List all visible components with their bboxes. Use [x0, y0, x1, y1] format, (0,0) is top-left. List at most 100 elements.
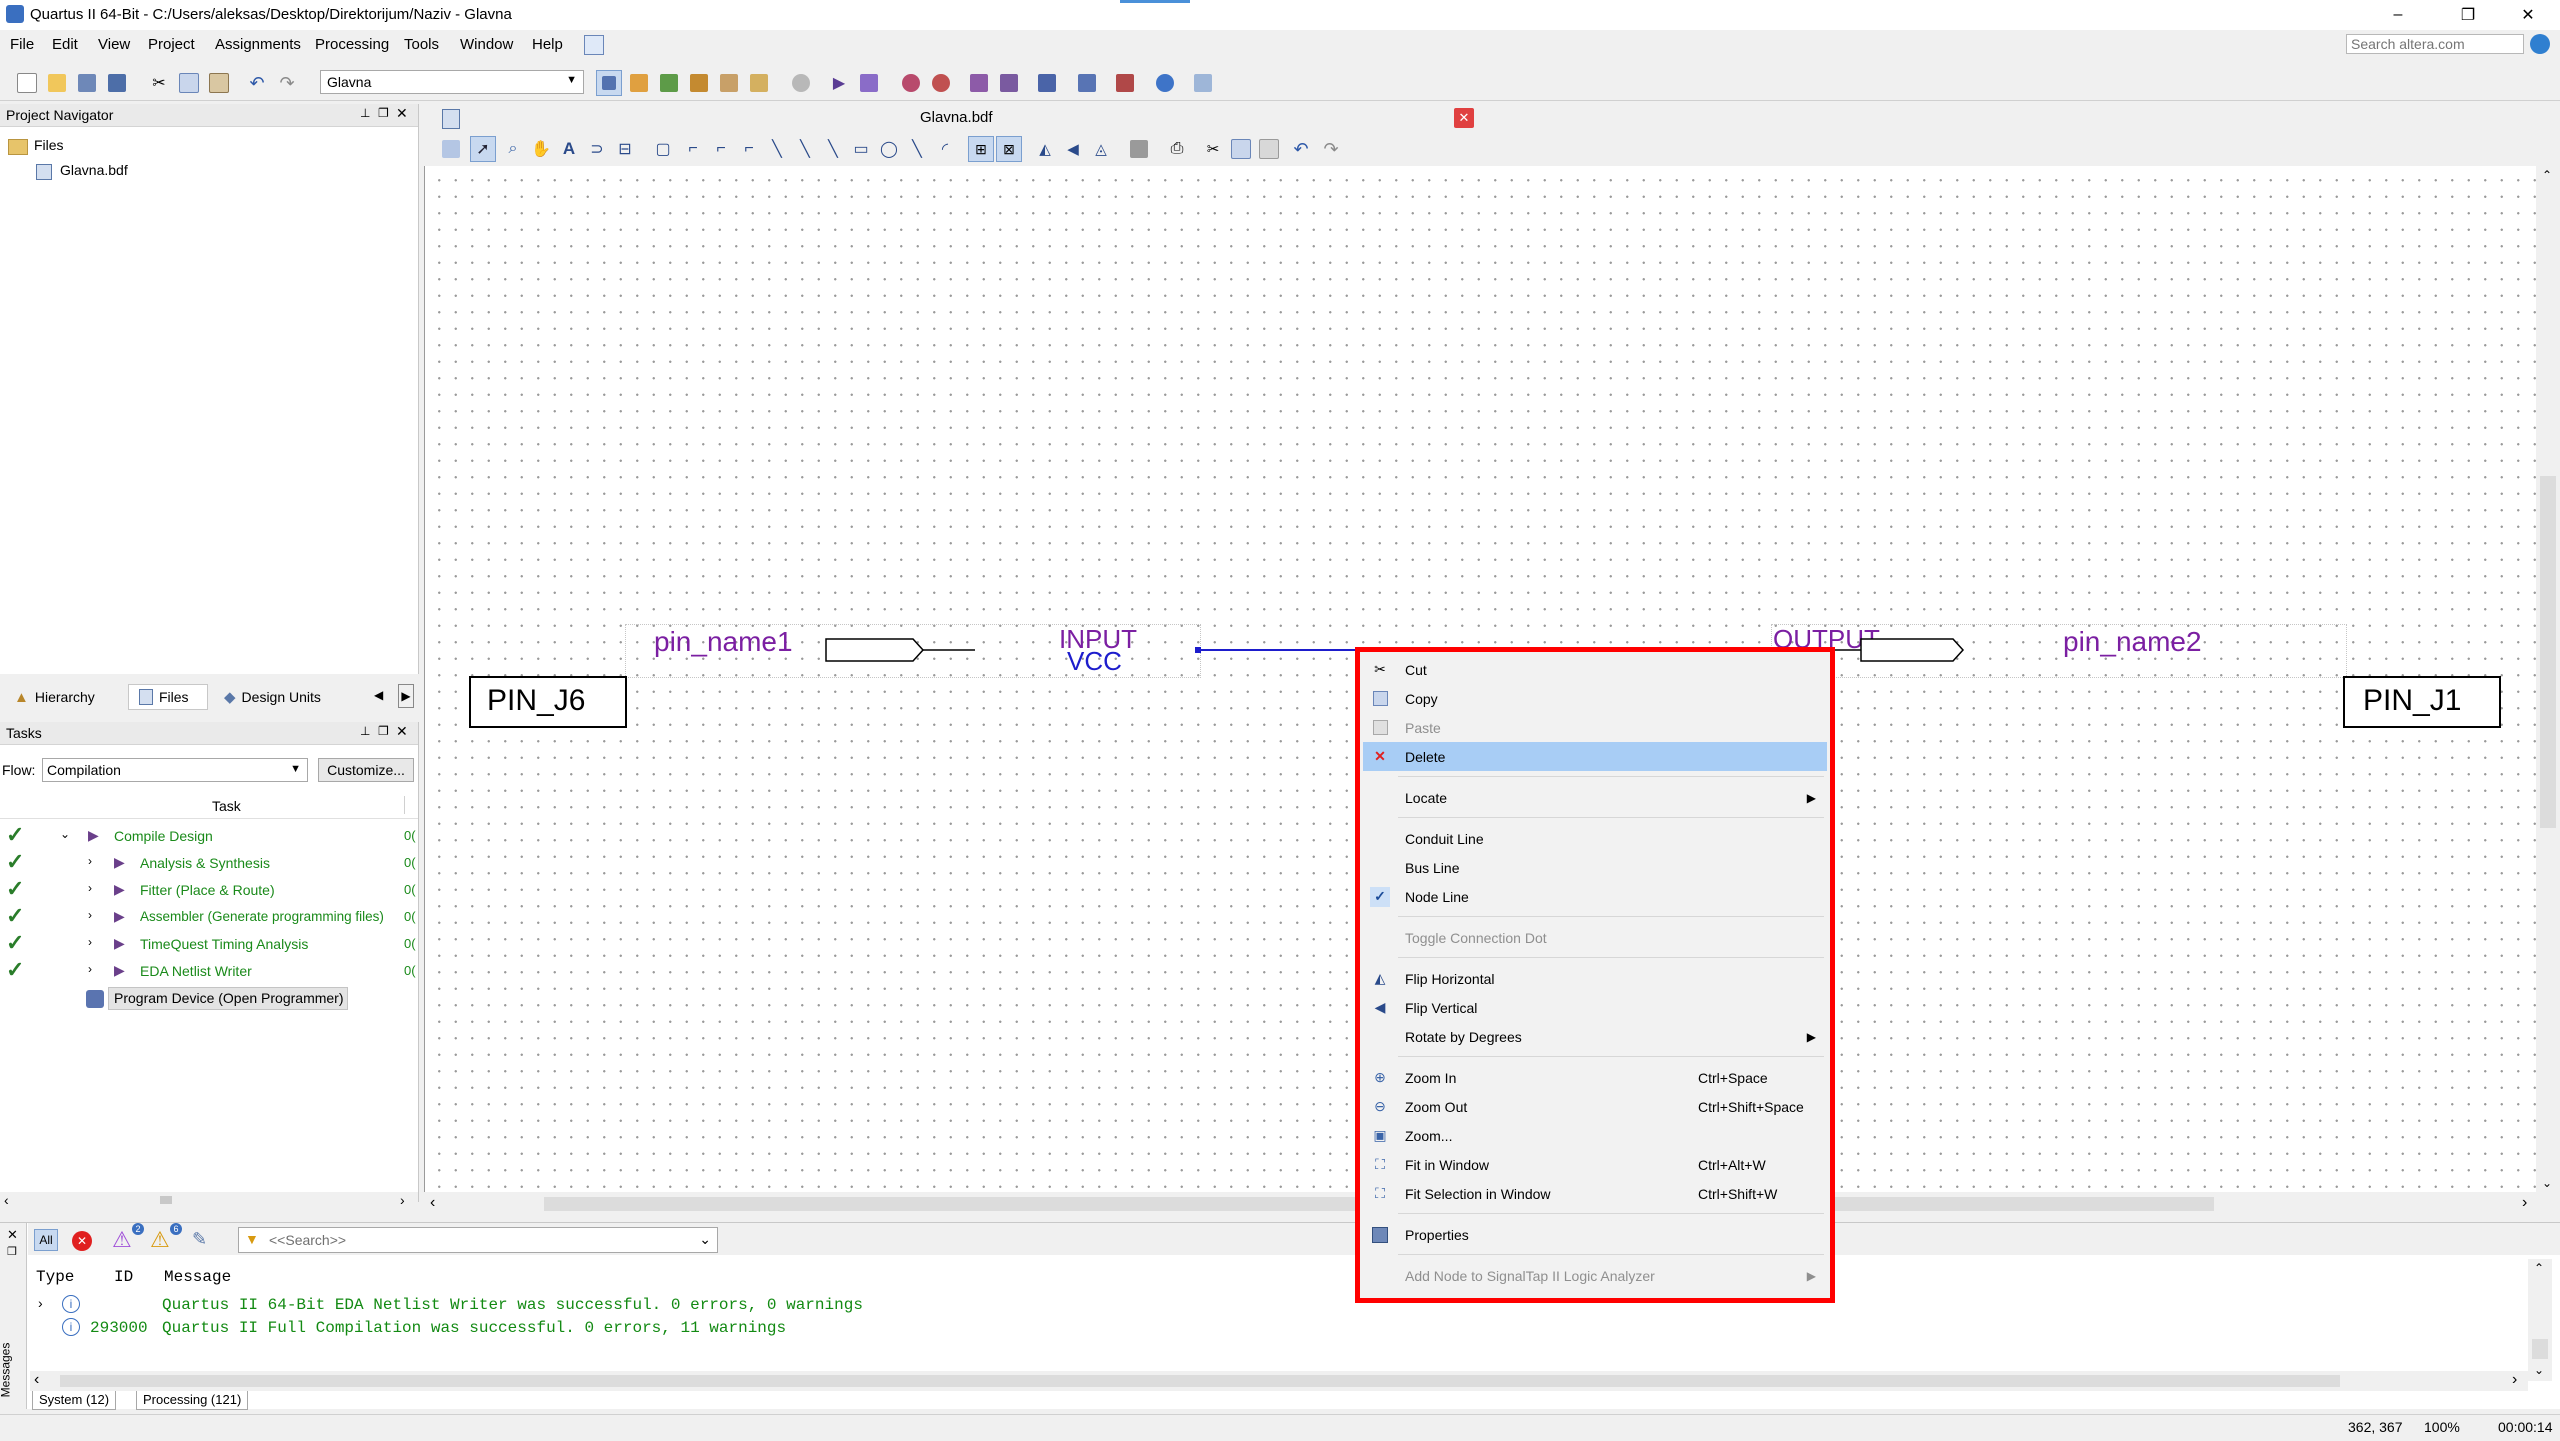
task-row-assembler[interactable]: ✓ › ▶ Assembler (Generate programming fi… — [0, 903, 416, 932]
close-panel-icon[interactable]: ✕ — [396, 723, 408, 740]
task-row-compile-design[interactable]: ✓ ⌄ ▶ Compile Design 0( — [0, 822, 416, 851]
copy-icon[interactable] — [1228, 136, 1254, 162]
run-task-icon[interactable]: ▶ — [114, 854, 125, 871]
help-pointer-icon[interactable] — [584, 35, 604, 55]
cut-icon[interactable]: ✂ — [146, 70, 172, 96]
scroll-down-icon[interactable]: ⌄ — [2534, 1363, 2544, 1377]
files-root[interactable]: Files — [34, 137, 64, 153]
save-all-icon[interactable] — [104, 70, 130, 96]
pin-tool-icon[interactable]: ⊟ — [612, 136, 638, 162]
messages-horizontal-scrollbar[interactable]: ‹ › — [30, 1371, 2528, 1391]
messages-vertical-scrollbar[interactable]: ⌃ ⌄ — [2528, 1259, 2552, 1381]
filter-all-button[interactable]: All — [34, 1229, 58, 1251]
menu-item-toggle-connection-dot[interactable]: Toggle Connection Dot — [1360, 923, 1830, 952]
close-tab-icon[interactable]: ✕ — [1454, 108, 1474, 128]
close-window-button[interactable]: ✕ — [2500, 0, 2556, 30]
close-panel-icon[interactable]: ✕ — [7, 1227, 18, 1243]
menu-item-paste[interactable]: Paste — [1360, 713, 1830, 742]
analysis-synthesis-icon[interactable] — [856, 70, 882, 96]
zoom-tool-icon[interactable]: ⌕ — [500, 136, 526, 162]
run-task-icon[interactable]: ▶ — [114, 881, 125, 898]
close-panel-icon[interactable]: ✕ — [396, 105, 408, 122]
location-box-j1[interactable]: PIN_J1 — [2343, 676, 2501, 728]
undo-icon[interactable]: ↶ — [244, 70, 270, 96]
filter-error-icon[interactable]: ✕ — [72, 1231, 92, 1251]
design-partition-icon[interactable] — [746, 70, 772, 96]
tab-scroll-left-icon[interactable]: ◀ — [374, 688, 383, 702]
stop-icon[interactable] — [788, 70, 814, 96]
rtl-viewer-icon[interactable] — [966, 70, 992, 96]
orthogonal-conduit-icon[interactable]: ⌐ — [736, 136, 762, 162]
globe-icon[interactable] — [2530, 34, 2550, 54]
paste-icon[interactable] — [206, 70, 232, 96]
task-row-analysis-synthesis[interactable]: ✓ › ▶ Analysis & Synthesis 0( — [0, 849, 416, 878]
partial-line-select-icon[interactable]: ⊠ — [996, 136, 1022, 162]
project-select[interactable]: Glavna ▼ — [320, 70, 584, 94]
help-icon[interactable] — [1152, 70, 1178, 96]
tab-design-units[interactable]: ◆ Design Units — [218, 684, 346, 710]
new-file-icon[interactable] — [14, 70, 40, 96]
menu-file[interactable]: File — [10, 36, 34, 53]
menu-edit[interactable]: Edit — [52, 36, 78, 53]
menu-item-zoom-in[interactable]: ⊕ Zoom In Ctrl+Space — [1360, 1063, 1830, 1092]
task-row-eda-netlist[interactable]: ✓ › ▶ EDA Netlist Writer 0( — [0, 957, 416, 986]
menu-item-rotate[interactable]: Rotate by Degrees ▶ — [1360, 1022, 1830, 1051]
task-row-fitter[interactable]: ✓ › ▶ Fitter (Place & Route) 0( — [0, 876, 416, 905]
undo-icon[interactable]: ↶ — [1288, 136, 1314, 162]
redo-icon[interactable]: ↷ — [1318, 136, 1344, 162]
run-task-icon[interactable]: ▶ — [88, 827, 99, 844]
tab-processing[interactable]: Processing (121) — [136, 1391, 249, 1410]
scroll-left-icon[interactable]: ‹ — [430, 1194, 435, 1212]
collapse-arrow-icon[interactable]: ⌄ — [60, 827, 70, 841]
menu-project[interactable]: Project — [148, 36, 195, 53]
expand-arrow-icon[interactable]: › — [88, 962, 92, 976]
menu-item-flip-horizontal[interactable]: ◭ Flip Horizontal — [1360, 964, 1830, 993]
assignment-editor-icon[interactable] — [596, 70, 622, 96]
save-icon[interactable] — [1126, 136, 1152, 162]
scroll-left-icon[interactable]: ‹ — [34, 1371, 39, 1389]
conduit-line-icon[interactable]: ╲ — [820, 136, 846, 162]
line-tool-icon[interactable]: ╲ — [904, 136, 930, 162]
expand-arrow-icon[interactable]: › — [88, 854, 92, 868]
menu-item-copy[interactable]: Copy — [1360, 684, 1830, 713]
tab-system[interactable]: System (12) — [32, 1391, 117, 1410]
power-analyzer-icon[interactable] — [1034, 70, 1060, 96]
maximize-button[interactable]: ❐ — [2440, 0, 2496, 30]
scroll-down-icon[interactable]: ⌄ — [2542, 1176, 2552, 1190]
tasks-scrollbar[interactable]: ‹ › — [0, 1192, 418, 1208]
whats-this-icon[interactable] — [1190, 70, 1216, 96]
menu-assignments[interactable]: Assignments — [215, 36, 301, 53]
task-row-program-device[interactable]: Program Device (Open Programmer) — [0, 986, 414, 1013]
pin-panel-icon[interactable]: ⊥ — [360, 724, 370, 738]
expand-arrow-icon[interactable]: › — [38, 1295, 43, 1311]
task-row-timequest[interactable]: ✓ › ▶ TimeQuest Timing Analysis 0( — [0, 930, 416, 959]
timequest-icon[interactable] — [928, 70, 954, 96]
message-row[interactable]: › i Quartus II 64-Bit EDA Netlist Writer… — [28, 1293, 2518, 1316]
rubberbanding-icon[interactable]: ⊞ — [968, 136, 994, 162]
scroll-thumb[interactable] — [2540, 476, 2556, 828]
copy-icon[interactable] — [176, 70, 202, 96]
menu-help[interactable]: Help — [532, 36, 563, 53]
scroll-thumb[interactable] — [2532, 1339, 2548, 1359]
menu-item-cut[interactable]: ✂ Cut — [1360, 655, 1830, 684]
node-line-icon[interactable]: ╲ — [764, 136, 790, 162]
detach-window-icon[interactable] — [438, 136, 464, 162]
scroll-up-icon[interactable]: ⌃ — [2542, 168, 2552, 182]
bus-line-icon[interactable]: ╲ — [792, 136, 818, 162]
start-compilation-icon[interactable]: ▶ — [826, 70, 852, 96]
settings-icon[interactable] — [686, 70, 712, 96]
output-pin-name[interactable]: pin_name2 — [2063, 626, 2202, 658]
text-tool-icon[interactable]: A — [556, 136, 582, 162]
menu-item-locate[interactable]: Locate ▶ — [1360, 783, 1830, 812]
menu-view[interactable]: View — [98, 36, 130, 53]
chevron-down-icon[interactable]: ⌄ — [699, 1231, 711, 1248]
search-altera-input[interactable] — [2346, 34, 2524, 54]
scroll-up-icon[interactable]: ⌃ — [2534, 1261, 2544, 1275]
rectangle-tool-icon[interactable]: ▭ — [848, 136, 874, 162]
customize-button[interactable]: Customize... — [318, 758, 414, 782]
input-pin-body[interactable] — [825, 638, 975, 662]
scroll-thumb[interactable] — [60, 1375, 2340, 1387]
oval-tool-icon[interactable]: ◯ — [876, 136, 902, 162]
pin-planner-icon[interactable] — [626, 70, 652, 96]
run-task-icon[interactable]: ▶ — [114, 908, 125, 925]
